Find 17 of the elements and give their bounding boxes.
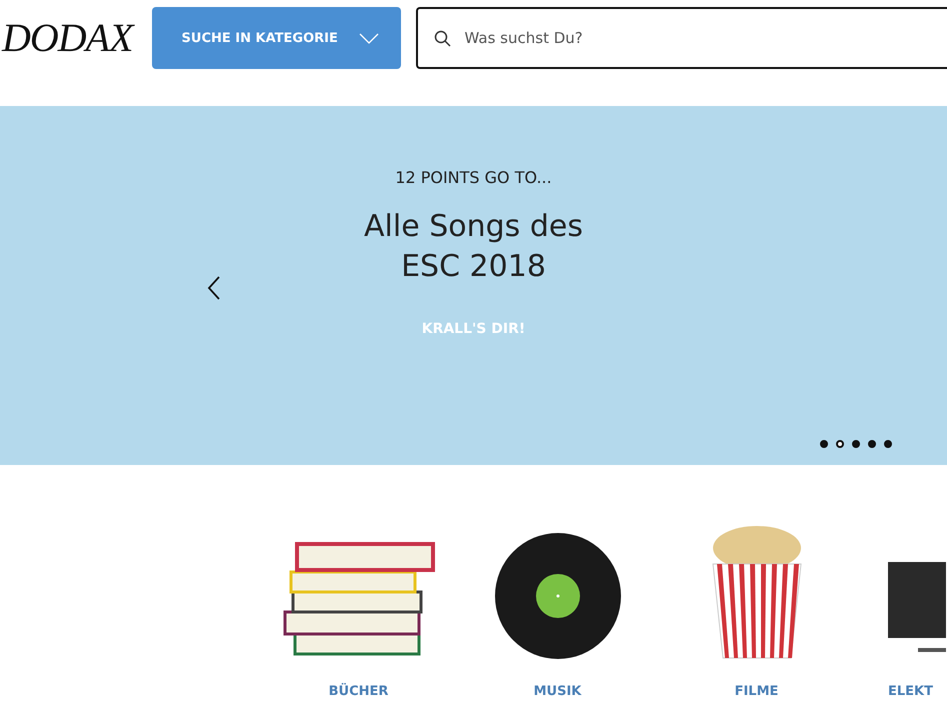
search-icon [434, 30, 451, 46]
carousel-dot[interactable] [836, 440, 844, 448]
category-link[interactable]: ELEKT [888, 684, 933, 699]
banner-kicker: 12 POINTS GO TO... [395, 168, 552, 187]
chevron-down-icon [358, 32, 379, 44]
carousel-dot[interactable] [884, 440, 892, 448]
carousel-dot[interactable] [868, 440, 876, 448]
carousel-dot[interactable] [820, 440, 828, 448]
banner-title: Alle Songs des ESC 2018 [364, 208, 583, 286]
category-link[interactable]: BÜCHER [328, 684, 388, 699]
logo[interactable]: DODAX [0, 14, 137, 62]
category-dropdown-button[interactable]: SUCHE IN KATEGORIE [152, 7, 401, 69]
carousel-dot[interactable] [852, 440, 860, 448]
chevron-left-icon[interactable] [207, 276, 221, 300]
category-link[interactable]: FILME [734, 684, 778, 699]
category-link[interactable]: MUSIK [534, 684, 582, 699]
search-bar[interactable]: Was suchst Du? [416, 7, 947, 69]
